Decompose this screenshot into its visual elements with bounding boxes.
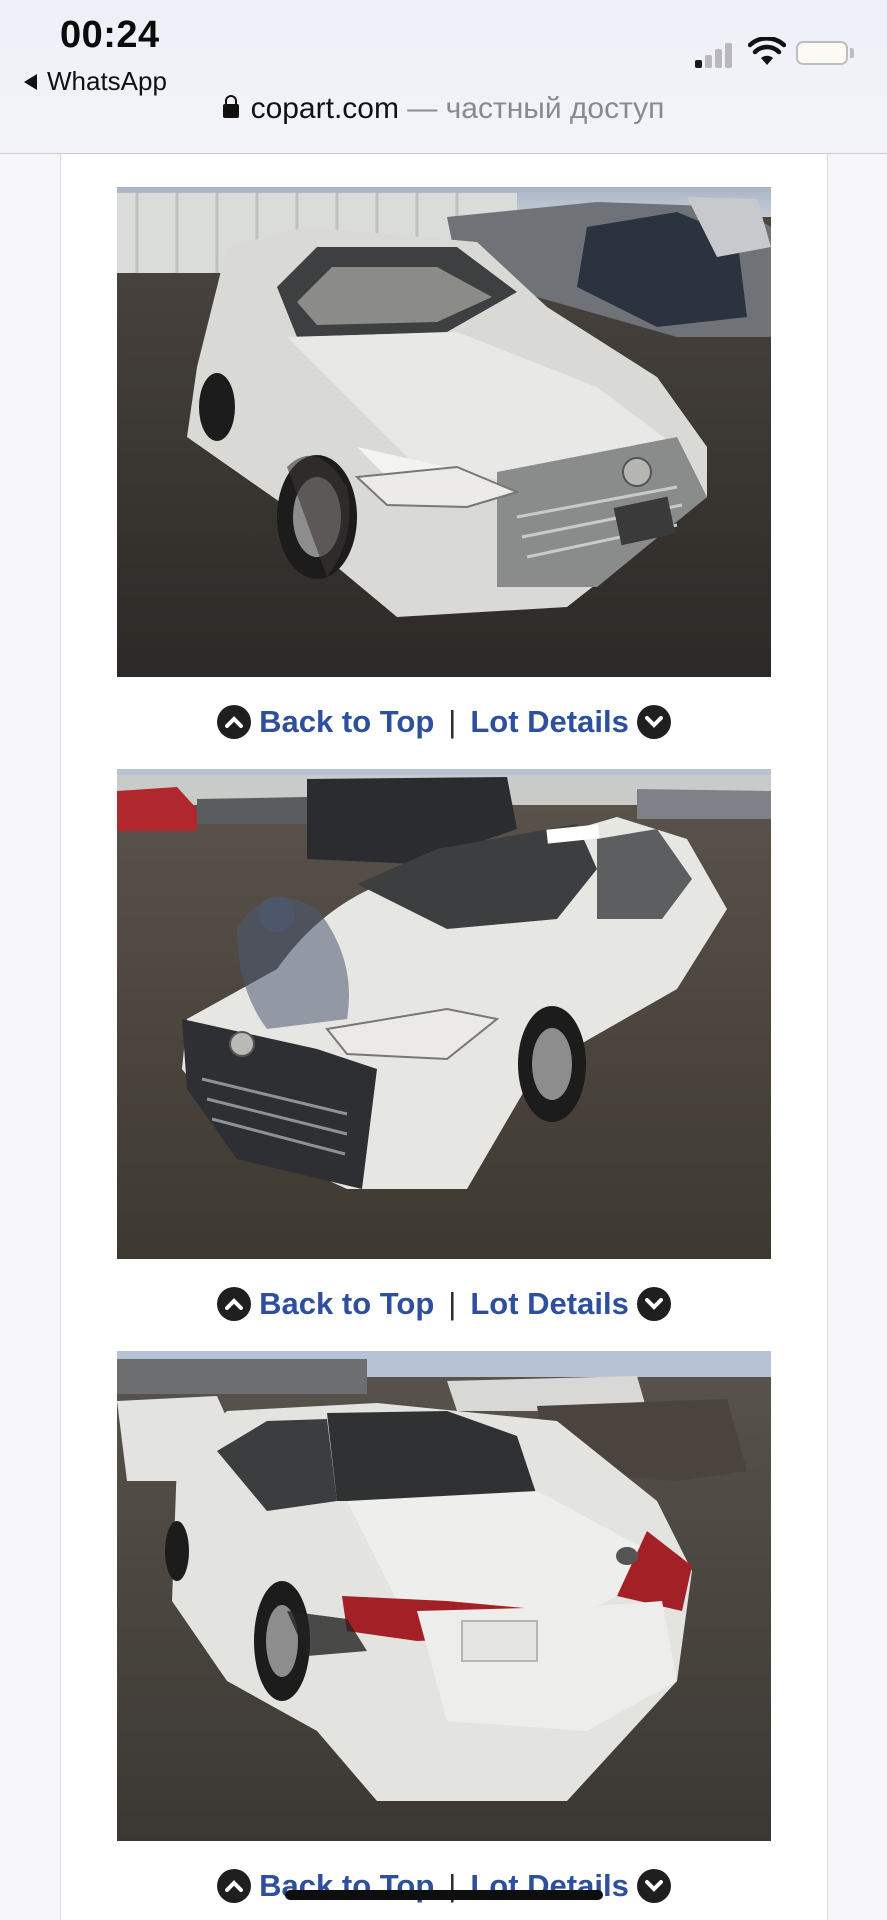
wifi-icon [748,37,786,65]
home-indicator[interactable] [285,1890,603,1900]
address-bar[interactable]: copart.com — частный доступ [0,92,887,126]
lot-details-link[interactable]: Lot Details [470,1286,628,1322]
nav-separator: | [448,704,457,739]
chevron-down-icon[interactable] [636,1869,671,1903]
photo-nav-2: Back to Top | Lot Details [61,1284,827,1324]
cellular-signal-icon [695,40,735,68]
lot-details-link[interactable]: Lot Details [470,704,628,740]
back-to-top-link[interactable]: Back to Top [259,704,434,740]
car-photo-front-left [117,769,771,1259]
private-mode-label: частный доступ [445,92,665,125]
browser-header: 00:24 WhatsApp copart.com — частный дост… [0,0,887,154]
lock-icon [222,95,239,118]
chevron-down-icon[interactable] [636,1287,671,1321]
chevron-up-icon[interactable] [217,705,252,739]
lot-photo-1[interactable] [117,187,771,677]
lot-photo-2[interactable] [117,769,771,1259]
photo-nav-3: Back to Top | Lot Details [61,1866,827,1906]
back-caret-icon [24,73,37,90]
chevron-down-icon[interactable] [636,705,671,739]
battery-nub [850,48,854,58]
chevron-up-icon[interactable] [217,1869,252,1903]
back-to-top-link[interactable]: Back to Top [259,1286,434,1322]
url-separator: — [407,92,438,125]
nav-separator: | [448,1286,457,1321]
photo-nav-1: Back to Top | Lot Details [61,702,827,742]
car-photo-front-right [117,187,771,677]
lot-photo-3[interactable] [117,1351,771,1841]
car-photo-rear-left [117,1351,771,1841]
lot-images-page: Back to Top | Lot Details Back to Top | … [60,154,828,1920]
url-domain: copart.com [250,92,399,125]
chevron-up-icon[interactable] [217,1287,252,1321]
status-time: 00:24 [60,14,160,56]
battery-icon [796,41,848,65]
